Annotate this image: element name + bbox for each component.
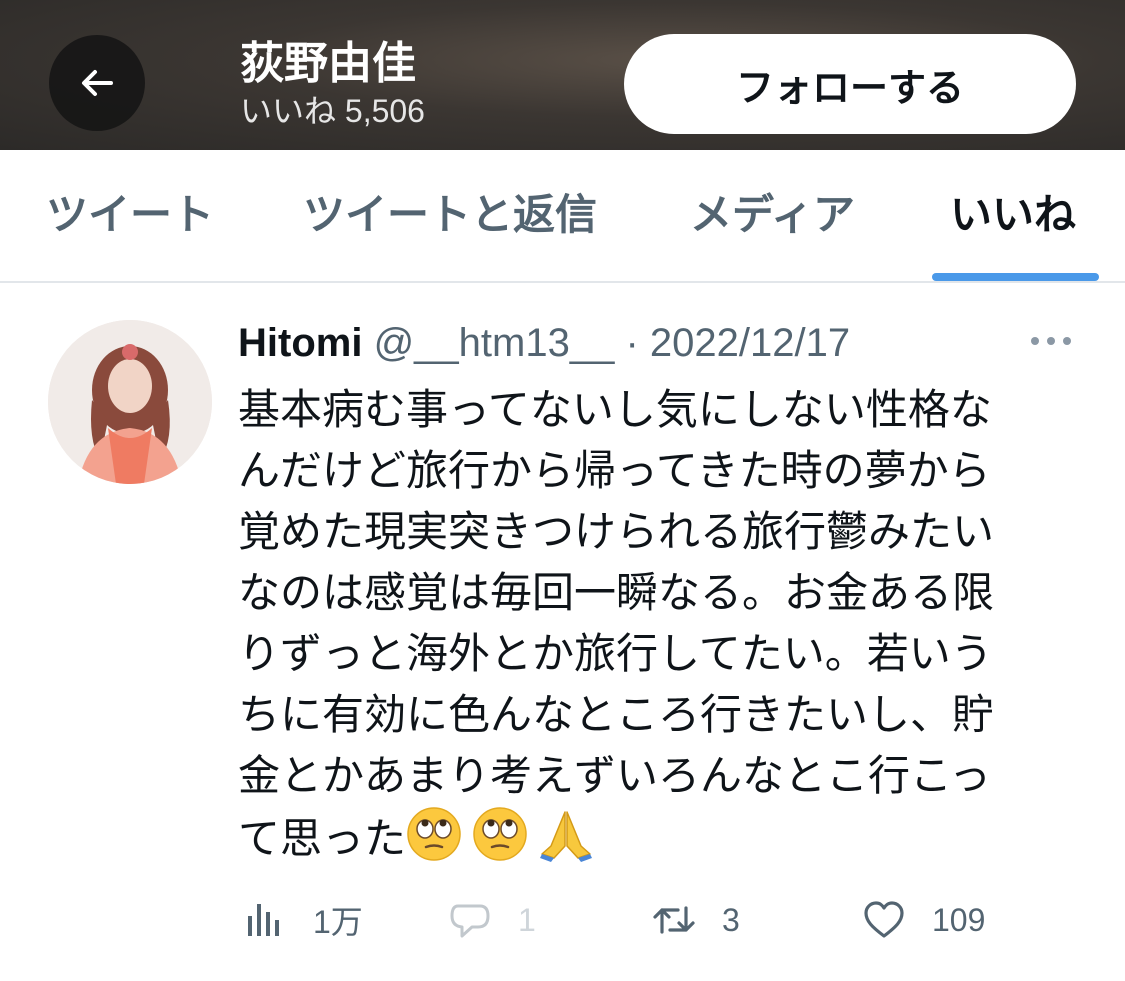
retweet-count: 3 [722, 901, 740, 938]
avatar[interactable] [48, 320, 212, 484]
tab-tweets[interactable]: ツイート [46, 188, 214, 242]
tweet-header: Hitomi @__htm13__ · 2022/12/17 [238, 318, 850, 368]
tweet-text-line: んだけど旅行から帰ってきた時の夢から [238, 447, 991, 494]
face-with-rolling-eyes-emoji [406, 806, 462, 878]
reply-icon [450, 904, 490, 938]
tab-likes[interactable]: いいね [950, 188, 1076, 242]
tweet-text-line: 覚めた現実突きつけられる旅行鬱みたい [238, 508, 995, 555]
tweet-author-handle[interactable]: @__htm13__ [374, 321, 615, 365]
like-button[interactable]: 109 [862, 888, 985, 952]
tweet-text-line: なのは感覚は毎回一瞬なる。お金ある限 [238, 569, 995, 616]
folded-hands-emoji [538, 806, 594, 878]
arrow-left-icon [82, 70, 113, 96]
tweet-date[interactable]: 2022/12/17 [650, 321, 850, 365]
tweet-text-last-line: て思った [238, 806, 1068, 867]
follow-button[interactable]: フォローする [624, 34, 1076, 134]
tweet-text-line: 金とかあまり考えずいろんなとこ行こっ [238, 752, 992, 799]
heart-icon [864, 901, 904, 938]
analytics-icon [248, 904, 279, 936]
separator-dot: · [625, 321, 639, 365]
tweet-text: 基本病む事ってないし気にしない性格な んだけど旅行から帰ってきた時の夢から 覚め… [238, 379, 1068, 867]
active-tab-indicator [932, 273, 1099, 281]
views-button[interactable]: 1万 [243, 888, 363, 952]
tweet-actions: 1万 1 3 109 [0, 888, 1125, 958]
tab-tweets-and-replies[interactable]: ツイートと返信 [303, 188, 597, 242]
retweet-icon [653, 906, 695, 934]
tweet-author-name[interactable]: Hitomi [238, 321, 362, 365]
views-count: 1万 [313, 904, 363, 940]
more-dots-icon [1031, 337, 1071, 345]
reply-button[interactable]: 1 [448, 888, 536, 952]
profile-tabs: ツイート ツイートと返信 メディア いいね [0, 150, 1125, 283]
tab-media[interactable]: メディア [690, 188, 855, 242]
face-with-rolling-eyes-emoji [472, 806, 528, 878]
more-options-button[interactable] [1026, 326, 1076, 356]
profile-name: 荻野由佳 [240, 39, 416, 88]
likes-count: いいね 5,506 [240, 93, 425, 129]
tweet-text-line: ちに有効に色んなところ行きたいし、貯 [238, 691, 995, 738]
reply-count: 1 [518, 901, 536, 938]
retweet-button[interactable]: 3 [652, 888, 740, 952]
profile-header: 荻野由佳 いいね 5,506 フォローする [0, 0, 1125, 150]
like-count: 109 [932, 901, 986, 938]
tweet-text-line: りずっと海外とか旅行してたい。若いう [238, 630, 993, 677]
back-button[interactable] [49, 35, 145, 131]
tweet-text-line: 基本病む事ってないし気にしない性格な [238, 386, 992, 433]
tweet-text-line: て思った [238, 815, 407, 862]
